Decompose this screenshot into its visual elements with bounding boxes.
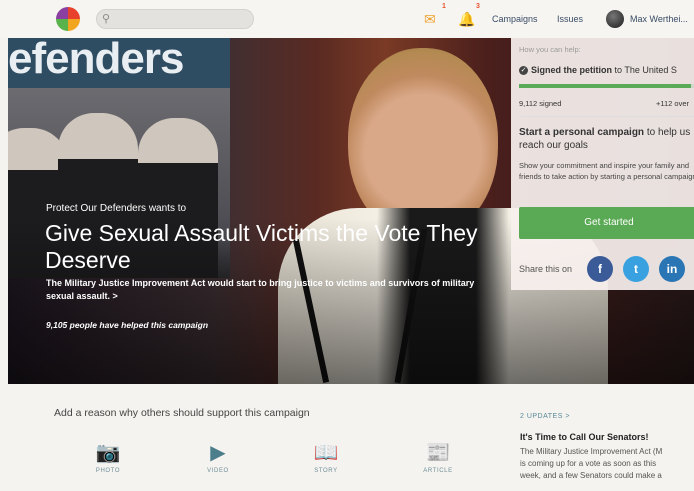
youtube-icon: ▶ xyxy=(210,442,226,464)
notifications-icon[interactable]: 🔔 xyxy=(458,11,475,28)
reason-prompt: Add a reason why others should support t… xyxy=(54,407,310,419)
messages-icon[interactable]: ✉ xyxy=(424,11,436,28)
search-input[interactable]: ⚲ xyxy=(96,9,254,29)
pc-bold: Start a personal campaign xyxy=(519,127,645,138)
signed-count: 9,112 signed xyxy=(519,99,562,108)
add-article-button[interactable]: 📰 ARTICLE xyxy=(408,440,468,474)
personal-campaign-title: Start a personal campaign to help us rea… xyxy=(519,126,694,152)
action-panel: How you can help: ✓ Signed the petition t… xyxy=(511,38,694,290)
update-line: The Military Justice Improvement Act (M xyxy=(520,447,663,456)
helped-count: 9,105 people have helped this campaign xyxy=(46,320,209,330)
linkedin-share-button[interactable]: in xyxy=(659,256,685,282)
share-label: Share this on xyxy=(519,264,573,274)
signed-bold: Signed the petition xyxy=(531,65,612,75)
add-photo-button[interactable]: 📷 PHOTO xyxy=(78,440,138,474)
avatar[interactable] xyxy=(606,10,624,28)
add-story-button[interactable]: 📖 STORY xyxy=(296,440,356,474)
updates-link[interactable]: 2 UPDATES > xyxy=(520,413,570,420)
messages-badge: 1 xyxy=(442,3,446,10)
check-icon: ✓ xyxy=(519,66,528,76)
update-line: week, and a few Senators could make a xyxy=(520,471,662,480)
petition-progress xyxy=(519,84,694,88)
hero-description[interactable]: The Military Justice Improvement Act wou… xyxy=(46,277,486,303)
user-menu[interactable]: Max Werthei... xyxy=(630,14,688,24)
camera-icon: 📷 xyxy=(95,442,121,464)
search-icon: ⚲ xyxy=(102,13,111,25)
logo-icon[interactable] xyxy=(56,7,80,31)
divider xyxy=(519,116,694,117)
book-icon: 📖 xyxy=(313,442,339,464)
signed-target: to The United S xyxy=(612,65,677,75)
media-label: VIDEO xyxy=(207,468,229,474)
hero-supertitle: Protect Our Defenders wants to xyxy=(46,203,187,214)
get-started-button[interactable]: Get started xyxy=(519,207,694,239)
hero-title: Give Sexual Assault Victims the Vote The… xyxy=(45,220,478,273)
newspaper-icon: 📰 xyxy=(425,442,451,464)
signed-status: ✓ Signed the petition to The United S xyxy=(519,65,677,76)
top-bar: ⚲ ✉ 1 🔔 3 Campaigns Issues Max Werthei..… xyxy=(0,0,694,38)
nav-campaigns[interactable]: Campaigns xyxy=(492,14,538,24)
update-text: The Military Justice Improvement Act (M … xyxy=(520,446,694,482)
media-label: ARTICLE xyxy=(423,468,453,474)
media-label: PHOTO xyxy=(95,468,121,474)
over-count: +112 over xyxy=(656,99,690,108)
notifications-badge: 3 xyxy=(476,3,480,10)
update-title[interactable]: It's Time to Call Our Senators! xyxy=(520,432,649,442)
personal-campaign-description: Show your commitment and inspire your fa… xyxy=(519,161,694,181)
media-label: STORY xyxy=(314,468,338,474)
facebook-share-button[interactable]: f xyxy=(587,256,613,282)
nav-issues[interactable]: Issues xyxy=(557,14,583,24)
help-label: How you can help: xyxy=(519,45,581,54)
petition-progress-fill xyxy=(519,84,691,88)
poster-title: efenders xyxy=(8,38,184,83)
add-video-button[interactable]: ▶ VIDEO xyxy=(188,440,248,474)
update-line: is coming up for a vote as soon as this xyxy=(520,459,657,468)
twitter-share-button[interactable]: t xyxy=(623,256,649,282)
